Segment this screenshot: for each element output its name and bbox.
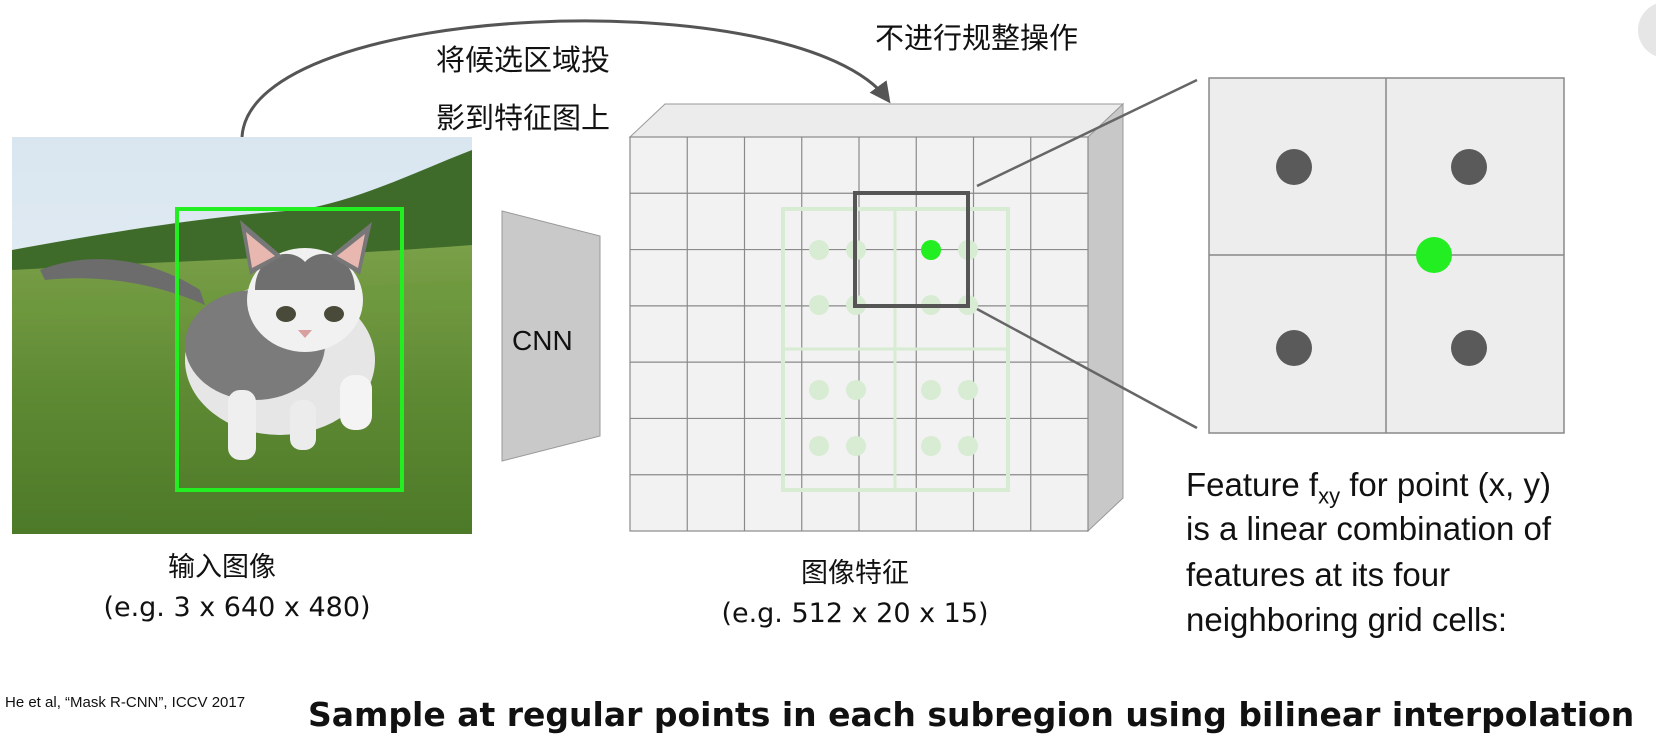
pale-sample-point [958,380,978,400]
projection-label-line2: 影到特征图上 [436,101,611,135]
feature-desc-line2: is a linear combination of [1186,510,1552,547]
pale-sample-point [809,240,829,260]
projection-label-line1: 将候选区域投 [436,43,611,77]
pale-sample-point [846,380,866,400]
feature-desc-line4: neighboring grid cells: [1186,601,1508,638]
input-image-dims: (e.g. 3 x 640 x 480) [103,592,371,623]
neighbor-cell-dot-tl [1276,149,1312,185]
sample-point [921,240,941,260]
footer-caption: Sample at regular points in each subregi… [308,695,1635,734]
no-quantize-label: 不进行规整操作 [875,21,1079,55]
pale-sample-point [809,295,829,315]
interpolated-point [1416,237,1452,273]
pale-sample-point [846,436,866,456]
projected-roi [781,207,1010,492]
zoomed-cells [1208,77,1565,434]
pale-sample-point [809,380,829,400]
neighbor-cell-dot-tr [1451,149,1487,185]
feature-map-dims: (e.g. 512 x 20 x 15) [721,598,989,629]
neighbor-cell-dot-bl [1276,330,1312,366]
citation: He et al, “Mask R-CNN”, ICCV 2017 [5,694,246,711]
input-image-title: 输入图像 [168,552,276,583]
pale-sample-point [809,436,829,456]
cnn-label: CNN [512,325,573,356]
pale-sample-point [921,380,941,400]
feature-desc-prefix: Feature f [1186,466,1319,503]
neighbor-cell-dot-br [1451,330,1487,366]
pale-sample-point [958,436,978,456]
feature-desc-suffix: for point (x, y) [1340,466,1551,503]
feature-desc-sub: xy [1318,483,1341,509]
pale-sample-point [921,436,941,456]
feature-map-cuboid [628,102,1125,533]
feature-desc-line3: features at its four [1186,556,1451,593]
feature-map-title: 图像特征 [801,558,909,589]
